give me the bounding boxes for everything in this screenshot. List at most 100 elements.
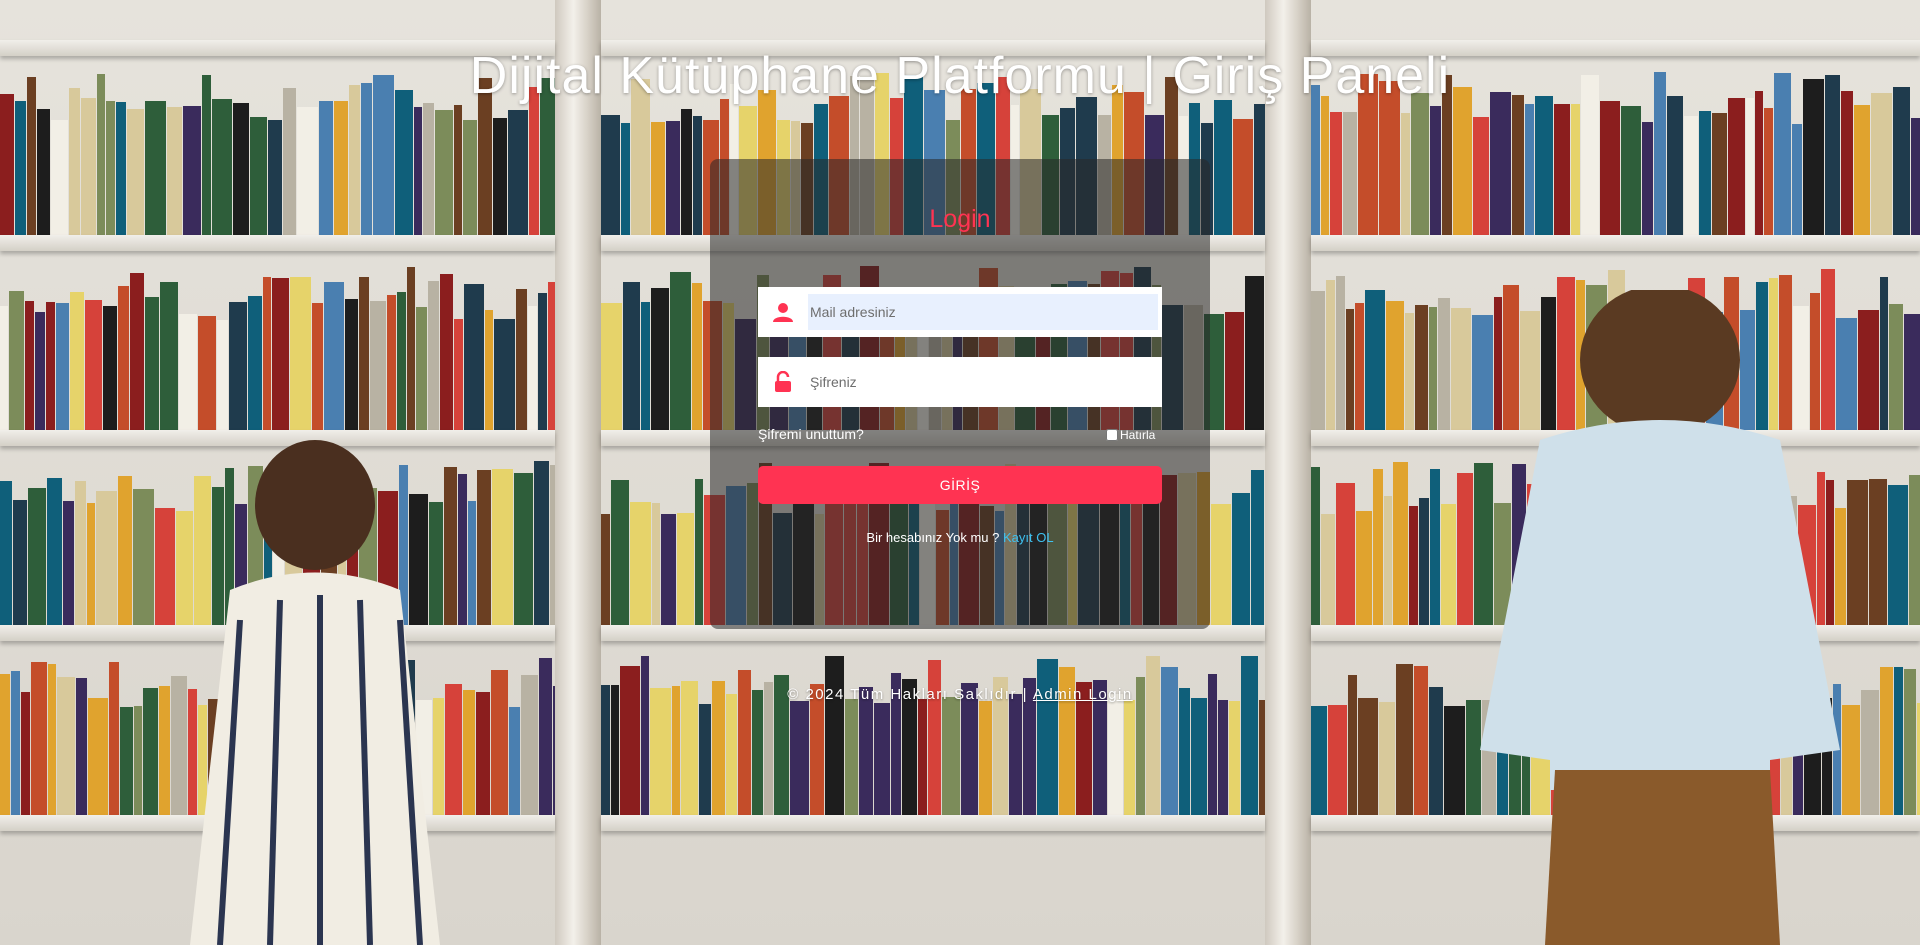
book-spine: [1330, 112, 1342, 235]
book-spine: [145, 297, 159, 430]
book-spine: [1746, 98, 1754, 235]
book-spine: [1909, 475, 1920, 625]
book-spine: [109, 662, 119, 815]
book-spine: [1373, 469, 1383, 625]
password-input[interactable]: [808, 364, 1158, 400]
book-spine: [661, 514, 676, 625]
book-spine: [248, 296, 262, 430]
book-spine: [387, 295, 396, 430]
book-spine: [423, 103, 434, 235]
book-spine: [35, 312, 45, 430]
book-spine: [1554, 104, 1570, 235]
book-spine: [1037, 659, 1058, 815]
book-spine: [334, 101, 348, 235]
book-spine: [1512, 95, 1524, 235]
shelf-board: [0, 235, 555, 251]
book-spine: [397, 292, 406, 430]
book-spine: [440, 274, 453, 430]
book-spine: [677, 513, 694, 625]
book-spine: [1179, 688, 1190, 815]
book-spine: [464, 284, 484, 430]
book-spine: [1218, 700, 1228, 815]
book-spine: [47, 478, 62, 625]
book-spine: [229, 302, 247, 430]
book-spine: [1225, 312, 1244, 430]
email-input[interactable]: [808, 294, 1158, 330]
book-spine: [1451, 308, 1471, 430]
book-spine: [414, 107, 422, 235]
book-spine: [918, 699, 927, 815]
book-spine: [651, 122, 665, 235]
email-field[interactable]: [758, 287, 1162, 337]
book-spine: [21, 692, 30, 815]
book-spine: [0, 481, 12, 625]
book-spine: [1600, 101, 1620, 235]
book-spine: [63, 501, 74, 625]
book-spine: [120, 707, 133, 815]
book-spine: [692, 283, 702, 430]
book-spine: [1490, 92, 1511, 235]
book-spine: [9, 291, 24, 430]
book-spine: [666, 121, 680, 235]
book-spine: [1356, 511, 1372, 625]
book-spine: [217, 320, 228, 430]
book-spine: [1214, 100, 1232, 235]
book-spine: [428, 281, 439, 430]
book-spine: [641, 302, 650, 430]
book-spine: [1108, 694, 1123, 815]
book-spine: [1535, 96, 1553, 235]
book-spine: [1336, 483, 1355, 625]
book-spine: [290, 277, 311, 430]
book-spine: [1667, 96, 1683, 235]
book-spine: [1854, 105, 1870, 235]
book-spine: [1444, 706, 1465, 815]
remember-me[interactable]: Hatırla: [1106, 428, 1155, 442]
book-spine: [118, 476, 132, 625]
book-spine: [672, 686, 680, 815]
book-spine: [1893, 87, 1910, 235]
book-spine: [1911, 118, 1920, 235]
book-spine: [611, 480, 629, 625]
book-spine: [349, 85, 360, 235]
book-spine: [233, 103, 249, 235]
book-spine: [1321, 514, 1335, 625]
book-spine: [0, 306, 8, 430]
book-spine: [1211, 504, 1231, 625]
remember-checkbox[interactable]: [1106, 429, 1118, 441]
book-spine: [87, 503, 95, 625]
book-spine: [601, 685, 610, 815]
book-spine: [88, 698, 108, 815]
book-spine: [859, 687, 873, 815]
book-spine: [1346, 309, 1354, 430]
book-spine: [1904, 314, 1920, 430]
book-spine: [1191, 698, 1207, 815]
book-spine: [1321, 96, 1329, 235]
book-spine: [529, 87, 539, 235]
book-spine: [56, 303, 69, 430]
book-spine: [37, 109, 50, 235]
book-spine: [825, 656, 844, 815]
book-spine: [1429, 687, 1443, 815]
book-spine: [70, 292, 84, 430]
book-spine: [103, 306, 117, 430]
book-spine: [1355, 303, 1364, 430]
login-button[interactable]: GİRİŞ: [758, 466, 1162, 504]
book-spine: [1328, 705, 1347, 815]
book-spine: [46, 302, 55, 430]
book-spine: [979, 701, 992, 815]
forgot-password-link[interactable]: Şifremi unuttum?: [758, 426, 864, 442]
book-spine: [1764, 108, 1773, 235]
book-spine: [416, 307, 427, 430]
book-spine: [272, 278, 289, 430]
password-field[interactable]: [758, 357, 1162, 407]
book-spine: [179, 314, 197, 430]
admin-login-link[interactable]: Admin Login: [1033, 686, 1133, 703]
book-spine: [1124, 700, 1135, 815]
book-spine: [324, 282, 344, 430]
remember-label: Hatırla: [1120, 428, 1156, 442]
signup-link[interactable]: Kayıt OL: [1003, 530, 1054, 545]
book-spine: [1326, 280, 1335, 430]
book-spine: [485, 310, 493, 430]
book-spine: [0, 94, 14, 235]
book-spine: [263, 277, 271, 430]
